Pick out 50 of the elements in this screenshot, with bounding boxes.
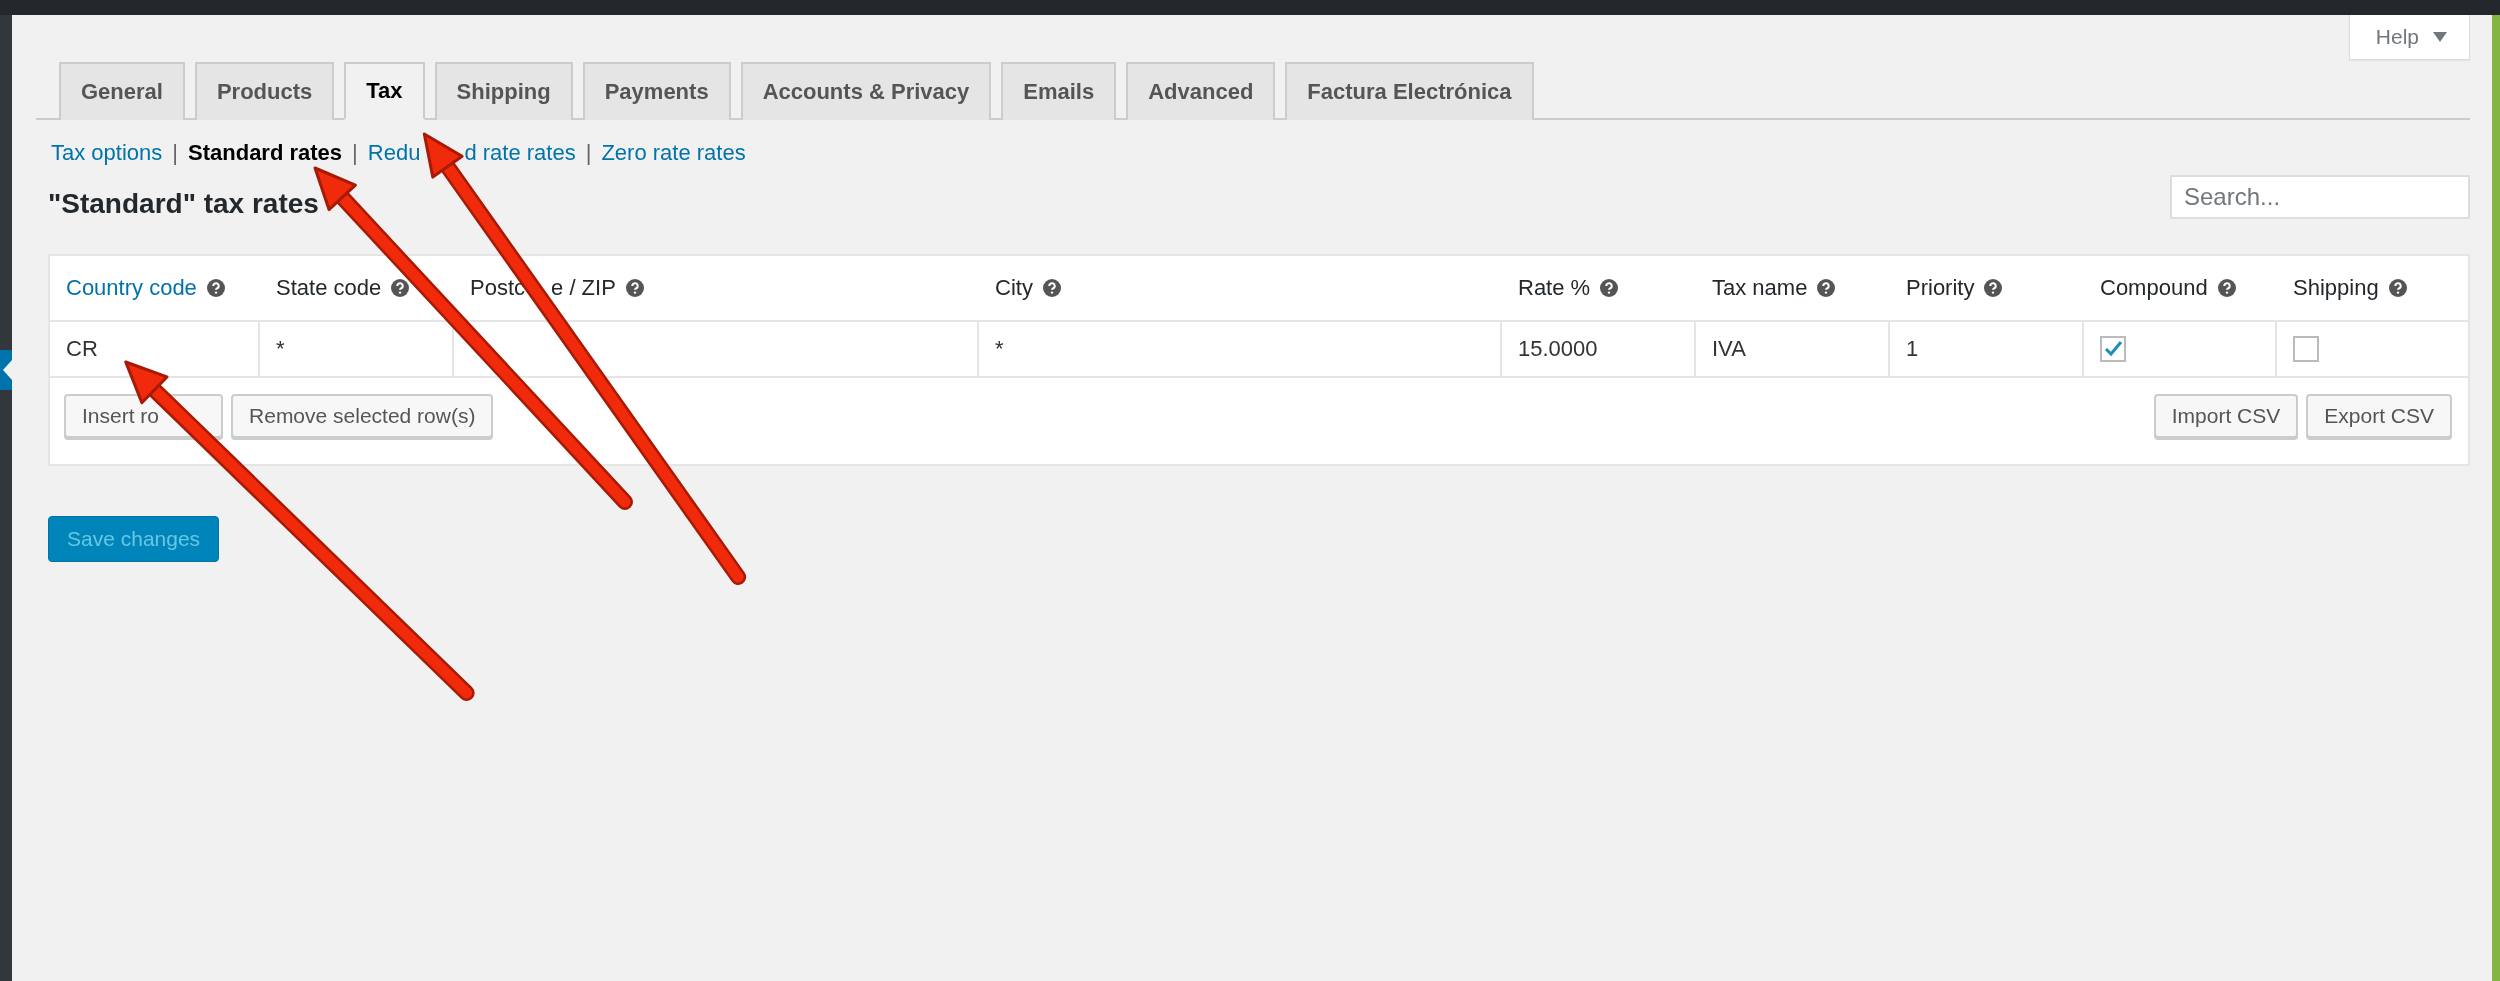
help-icon[interactable] [625,279,644,297]
subnav-link[interactable]: Redu d rate rates [367,140,576,166]
separator: | [352,140,358,166]
column-header: City [995,275,1033,301]
subnav-link[interactable]: Standard rates [188,140,343,166]
table-button[interactable]: Import CSV [2153,394,2299,438]
table-cell[interactable]: CR [66,336,98,362]
tab[interactable]: Emails [1001,62,1117,120]
help-icon[interactable] [391,279,410,297]
checkbox[interactable] [2100,336,2126,362]
help-icon[interactable] [1984,279,2003,297]
help-icon[interactable] [1600,279,1619,297]
search-field[interactable]: Search... [2170,175,2470,219]
column-header: Postc e / ZIP [470,275,616,301]
tab[interactable]: Advanced [1126,62,1276,120]
column-header: Priority [1906,275,1975,301]
subnav-link[interactable]: Zero rate rates [601,140,746,166]
help-icon[interactable] [1042,279,1061,297]
help-icon[interactable] [1817,279,1836,297]
table-cell[interactable]: IVA [1712,336,1746,362]
tab[interactable]: Tax [344,62,425,120]
help-button[interactable]: Help [2348,15,2470,60]
column-header: Shipping [2293,275,2379,301]
caret-icon [2433,32,2447,42]
checkbox[interactable] [2293,336,2319,362]
tab[interactable]: Accounts & Privacy [740,62,992,120]
tab[interactable]: General [59,62,185,120]
column-header: State code [276,275,382,301]
table-cell[interactable]: * [276,336,285,362]
table-cell[interactable] [454,322,979,378]
subnav-link[interactable]: Tax options [51,140,163,166]
tab[interactable]: Factura Electrónica [1285,62,1534,120]
table-cell[interactable]: * [995,336,1004,362]
column-header[interactable]: Country code [66,275,197,301]
tab[interactable]: Shipping [434,62,573,120]
column-header: Rate % [1518,275,1591,301]
table-button[interactable]: Export CSV [2306,394,2452,438]
column-header: Tax name [1712,275,1808,301]
help-icon[interactable] [206,279,225,297]
separator: | [172,140,178,166]
table-cell[interactable]: 1 [1906,336,1919,362]
separator: | [585,140,592,166]
tab[interactable]: Payments [582,62,731,120]
table-cell[interactable]: 15.0000 [1518,336,1598,362]
help-icon[interactable] [2388,279,2407,297]
table-button[interactable]: Remove selected row(s) [231,394,494,438]
help-icon[interactable] [2217,279,2236,297]
column-header: Compound [2100,275,2208,301]
section-heading: "Standard" tax rates [48,188,319,220]
tab[interactable]: Products [194,62,335,120]
